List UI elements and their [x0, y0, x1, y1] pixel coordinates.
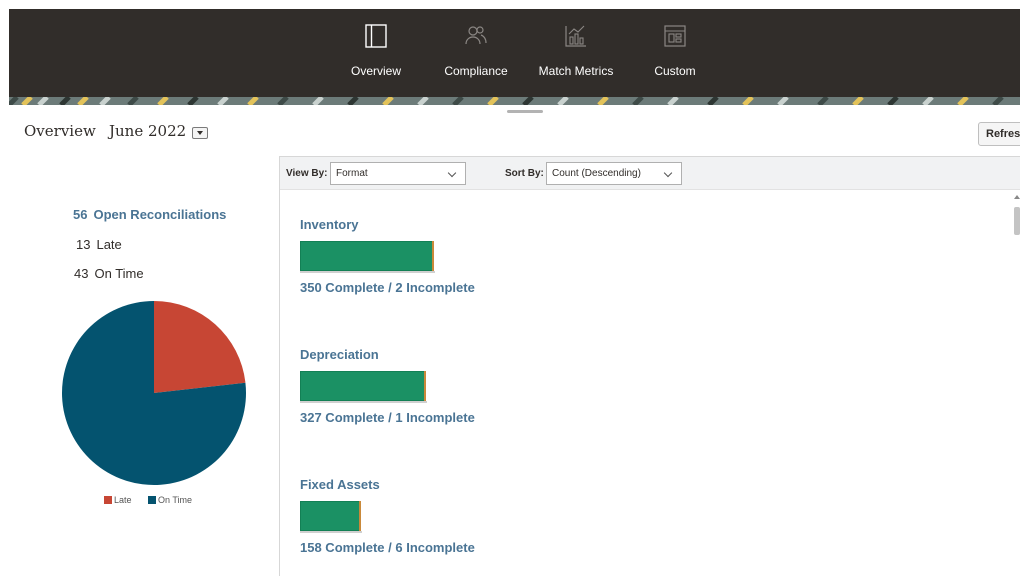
bar-shadow — [300, 531, 362, 533]
chart-icon — [565, 25, 586, 47]
nav-custom-label: Custom — [654, 64, 696, 78]
progress-bar[interactable] — [300, 371, 475, 403]
group-title[interactable]: Fixed Assets — [300, 477, 475, 492]
refresh-button[interactable]: Refresh — [978, 122, 1020, 146]
legend-label-late: Late — [114, 495, 132, 505]
scroll-thumb[interactable] — [1014, 207, 1020, 235]
group-fixed-assets: Fixed Assets 158 Complete / 6 Incomplete — [300, 477, 475, 555]
panel-toolbar: View By: Format Sort By: Count (Descendi… — [280, 157, 1020, 190]
group-inventory: Inventory 350 Complete / 2 Incomplete — [300, 217, 475, 295]
pattern-graphic — [9, 97, 1020, 105]
legend-label-on-time: On Time — [158, 495, 193, 505]
panel-icon — [365, 24, 387, 48]
ontime-count: 43 — [74, 266, 89, 281]
group-title[interactable]: Depreciation — [300, 347, 475, 362]
decorative-banner — [9, 97, 1020, 105]
progress-bar[interactable] — [300, 501, 475, 533]
bar-shadow — [300, 401, 427, 403]
pie-legend: Late On Time — [104, 495, 206, 505]
nav-custom[interactable]: Custom — [649, 9, 701, 97]
legend-entry-on-time[interactable]: On Time — [148, 495, 192, 505]
users-icon — [465, 26, 487, 45]
open-label: Open Reconciliations — [93, 207, 227, 222]
bar-incomplete — [359, 501, 361, 531]
top-navigation: Overview Compliance Match Metrics Custom — [9, 9, 1020, 97]
nav-match-metrics[interactable]: Match Metrics — [537, 9, 615, 97]
bar-incomplete — [432, 241, 434, 271]
late-label: Late — [96, 237, 122, 252]
group-caption[interactable]: 158 Complete / 6 Incomplete — [300, 540, 475, 555]
late-summary: 13 Late — [76, 237, 122, 252]
legend-swatch-on-time — [148, 496, 157, 504]
legend-swatch-late — [104, 496, 112, 504]
view-by-select[interactable]: Format — [330, 162, 466, 185]
bar-shadow — [300, 271, 435, 273]
period-label: June 2022 — [109, 122, 187, 140]
dashboard-icon — [664, 25, 686, 47]
late-count: 13 — [76, 237, 91, 252]
nav-match-metrics-label: Match Metrics — [538, 64, 614, 78]
sort-by-select[interactable]: Count (Descending) — [546, 162, 682, 185]
nav-compliance-label: Compliance — [444, 64, 508, 78]
scroll-up-icon[interactable] — [1014, 195, 1020, 199]
bar-complete — [300, 241, 433, 271]
ontime-label: On Time — [94, 266, 144, 281]
open-reconciliations-link[interactable]: 56 Open Reconciliations — [73, 207, 226, 222]
period-dropdown-button[interactable] — [192, 127, 208, 139]
nav-overview[interactable]: Overview — [345, 9, 407, 97]
pie-slice-late[interactable] — [154, 301, 246, 393]
nav-compliance[interactable]: Compliance — [441, 9, 511, 97]
sort-by-label: Sort By: — [505, 168, 544, 179]
group-depreciation: Depreciation 327 Complete / 1 Incomplete — [300, 347, 475, 425]
ontime-summary: 43 On Time — [74, 266, 144, 281]
bar-complete — [300, 501, 360, 531]
group-title[interactable]: Inventory — [300, 217, 475, 232]
legend-entry-late[interactable]: Late — [104, 495, 132, 505]
format-panel: View By: Format Sort By: Count (Descendi… — [279, 156, 1020, 576]
view-by-label: View By: — [286, 168, 328, 179]
progress-bar[interactable] — [300, 241, 475, 273]
reconciliation-pie-chart[interactable] — [60, 299, 248, 487]
bar-complete — [300, 371, 425, 401]
panel-scrollbar[interactable] — [1014, 195, 1020, 555]
open-count: 56 — [73, 207, 88, 222]
group-caption[interactable]: 327 Complete / 1 Incomplete — [300, 410, 475, 425]
group-caption[interactable]: 350 Complete / 2 Incomplete — [300, 280, 475, 295]
page-title: Overview — [24, 122, 96, 140]
nav-overview-label: Overview — [350, 64, 401, 78]
bar-incomplete — [424, 371, 426, 401]
drawer-handle[interactable] — [507, 110, 543, 113]
